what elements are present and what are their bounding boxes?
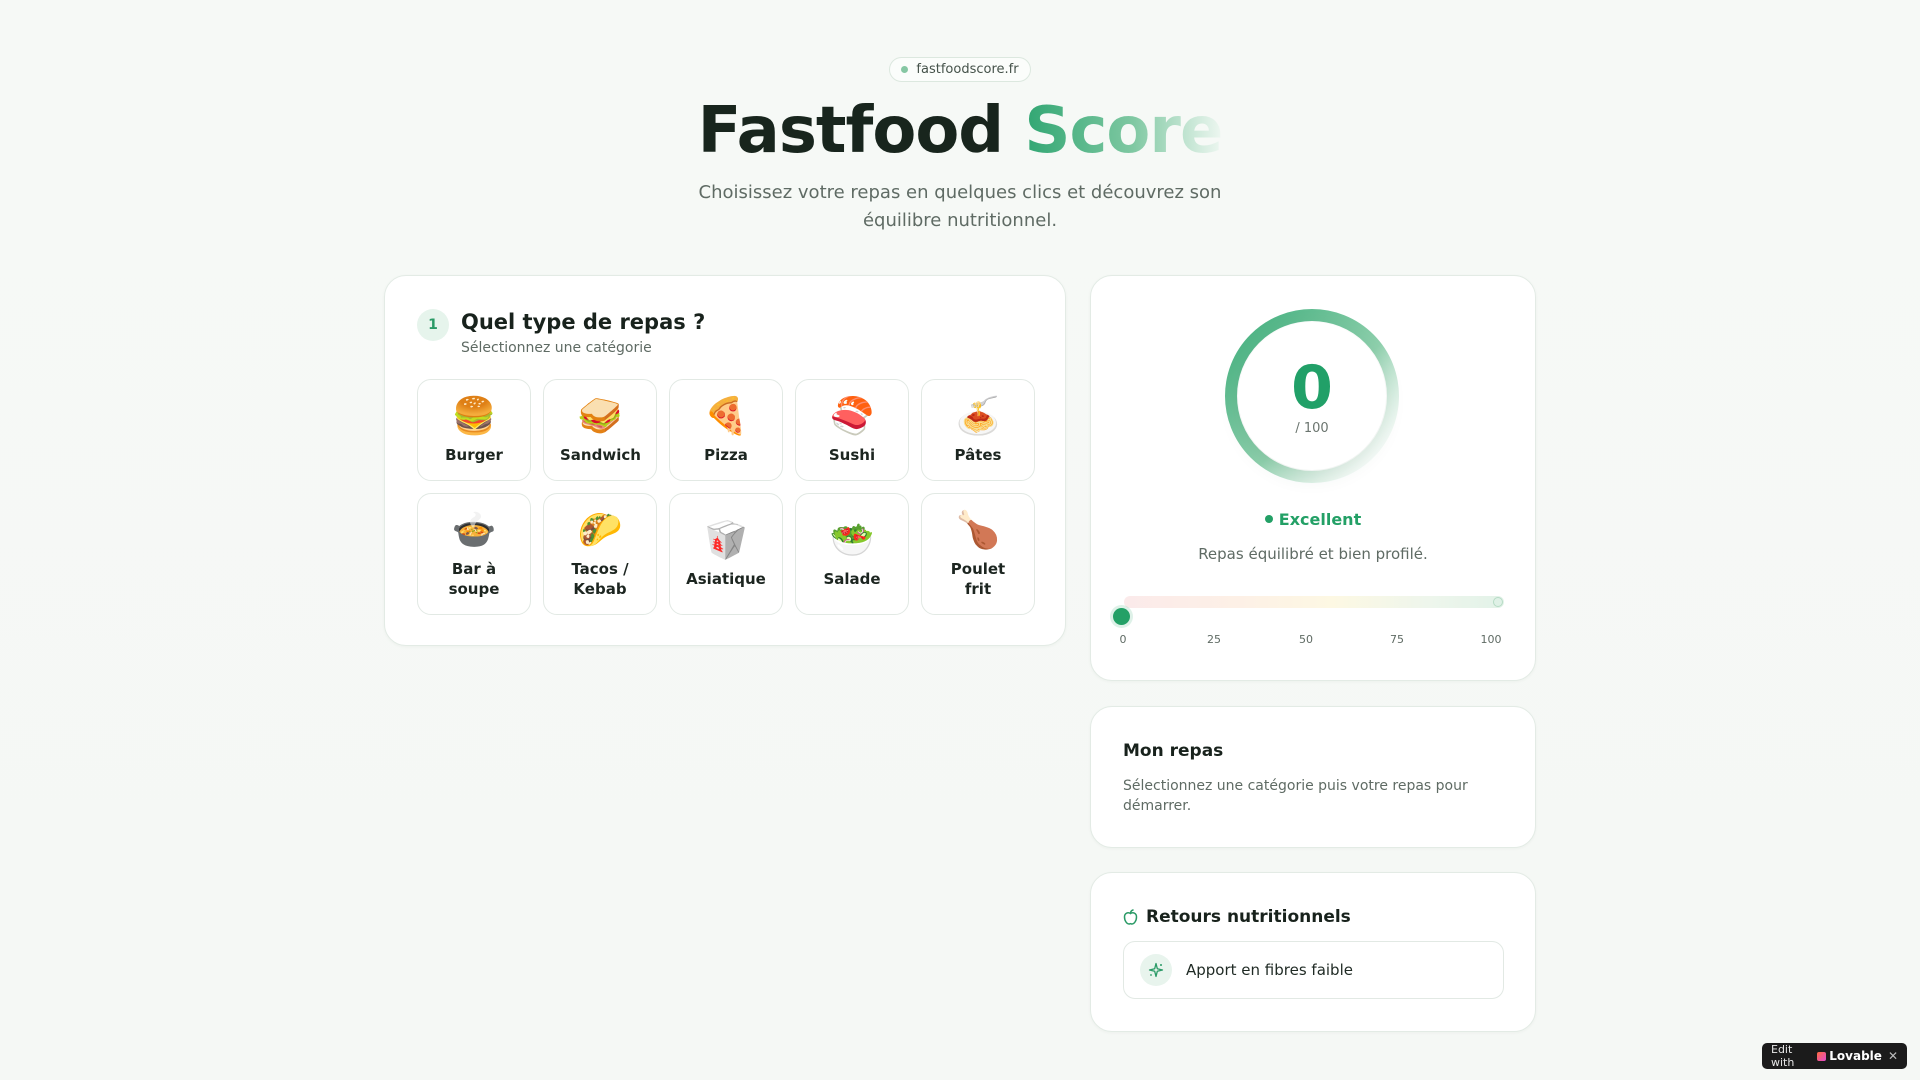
feedback-item-text: Apport en fibres faible — [1186, 961, 1353, 979]
edit-with-lovable-badge[interactable]: Edit with Lovable ✕ — [1762, 1043, 1907, 1069]
category-grid: 🍔 Burger 🥪 Sandwich 🍕 Pizza 🍣 Sushi 🍝 Pâtes 🍲… — [417, 379, 1035, 615]
domain-text: fastfoodscore.fr — [916, 62, 1019, 77]
lovable-logo-icon — [1817, 1051, 1827, 1061]
sparkle-icon — [1140, 954, 1172, 986]
gauge-tick: 25 — [1207, 633, 1221, 646]
soup-icon: 🍲 — [451, 510, 497, 551]
pasta-icon: 🍝 — [955, 396, 1001, 437]
verdict-label: Excellent — [1278, 510, 1362, 529]
lovable-brand: Lovable — [1817, 1049, 1882, 1063]
gauge-ticks: 0 25 50 75 100 — [1119, 633, 1511, 649]
category-label: Sandwich — [560, 446, 641, 464]
score-value-panel: 0 / 100 — [1238, 322, 1386, 470]
category-poulet-frit[interactable]: 🍗 Poulet frit — [921, 493, 1035, 615]
category-sandwich[interactable]: 🥪 Sandwich — [543, 379, 657, 481]
feedback-title-text: Retours nutritionnels — [1146, 907, 1351, 927]
drumstick-icon: 🍗 — [955, 510, 1001, 551]
category-sushi[interactable]: 🍣 Sushi — [795, 379, 909, 481]
header: fastfoodscore.fr Fastfood Score Choisiss… — [0, 57, 1920, 235]
category-label: Asiatique — [686, 570, 766, 588]
page-title-main: Fastfood — [697, 94, 1025, 168]
category-bar-a-soupe[interactable]: 🍲 Bar à soupe — [417, 493, 531, 615]
category-label: Tacos / Kebab — [571, 560, 629, 598]
step-subtitle: Sélectionnez une catégorie — [461, 340, 652, 356]
score-card: 0 / 100 Excellent Repas équilibré et bie… — [1090, 275, 1536, 681]
page-title-accent: Score — [1024, 94, 1223, 168]
my-meal-card: Mon repas Sélectionnez une catégorie pui… — [1090, 706, 1536, 848]
category-label: Sushi — [828, 446, 876, 464]
gauge-end-marker — [1493, 597, 1503, 607]
score-max: / 100 — [1295, 420, 1329, 436]
gauge-tick: 0 — [1119, 633, 1127, 646]
my-meal-title: Mon repas — [1123, 741, 1224, 761]
score-ring: 0 / 100 — [1224, 308, 1400, 484]
domain-pill: fastfoodscore.fr — [889, 57, 1031, 82]
category-label: Salade — [823, 570, 881, 588]
lovable-prefix: Edit with — [1771, 1043, 1795, 1069]
category-label: Bar à soupe — [448, 560, 500, 598]
gauge-tick: 100 — [1480, 633, 1502, 646]
salad-icon: 🥗 — [829, 520, 875, 561]
score-gauge-track — [1124, 596, 1504, 608]
page-title: Fastfood Score — [0, 96, 1920, 166]
gauge-tick: 50 — [1299, 633, 1313, 646]
nutrition-feedback-card: Retours nutritionnels Apport en fibres f… — [1090, 872, 1536, 1032]
apple-icon — [1123, 909, 1138, 925]
page-subtitle: Choisissez votre repas en quelques clics… — [698, 182, 1222, 232]
burger-icon: 🍔 — [451, 396, 497, 437]
verdict-description: Repas équilibré et bien profilé. — [1198, 545, 1428, 563]
taco-icon: 🌮 — [577, 510, 623, 551]
sandwich-icon: 🥪 — [577, 396, 623, 437]
category-pates[interactable]: 🍝 Pâtes — [921, 379, 1035, 481]
category-label: Poulet frit — [950, 560, 1006, 598]
category-asiatique[interactable]: 🥡 Asiatique — [669, 493, 783, 615]
step-title: Quel type de repas ? — [461, 310, 706, 334]
category-label: Pizza — [704, 446, 748, 464]
lovable-brand-text: Lovable — [1829, 1049, 1882, 1063]
category-label: Pâtes — [954, 446, 1002, 464]
score-value: 0 — [1291, 352, 1333, 423]
my-meal-description: Sélectionnez une catégorie puis votre re… — [1123, 778, 1468, 814]
takeout-box-icon: 🥡 — [703, 520, 749, 561]
gauge-tick: 75 — [1390, 633, 1404, 646]
category-tacos-kebab[interactable]: 🌮 Tacos / Kebab — [543, 493, 657, 615]
sushi-icon: 🍣 — [829, 396, 875, 437]
pizza-icon: 🍕 — [703, 396, 749, 437]
category-label: Burger — [445, 446, 503, 464]
score-verdict: Excellent — [1091, 510, 1535, 529]
category-selector-card: 1 Quel type de repas ? Sélectionnez une … — [384, 275, 1066, 646]
category-salade[interactable]: 🥗 Salade — [795, 493, 909, 615]
score-gauge-knob — [1113, 608, 1130, 625]
category-pizza[interactable]: 🍕 Pizza — [669, 379, 783, 481]
category-burger[interactable]: 🍔 Burger — [417, 379, 531, 481]
feedback-item: Apport en fibres faible — [1123, 941, 1504, 999]
verdict-dot-icon — [1264, 515, 1273, 523]
domain-dot-icon — [901, 66, 909, 73]
step-badge: 1 — [417, 309, 449, 341]
close-icon[interactable]: ✕ — [1888, 1049, 1898, 1063]
feedback-title: Retours nutritionnels — [1123, 907, 1351, 927]
